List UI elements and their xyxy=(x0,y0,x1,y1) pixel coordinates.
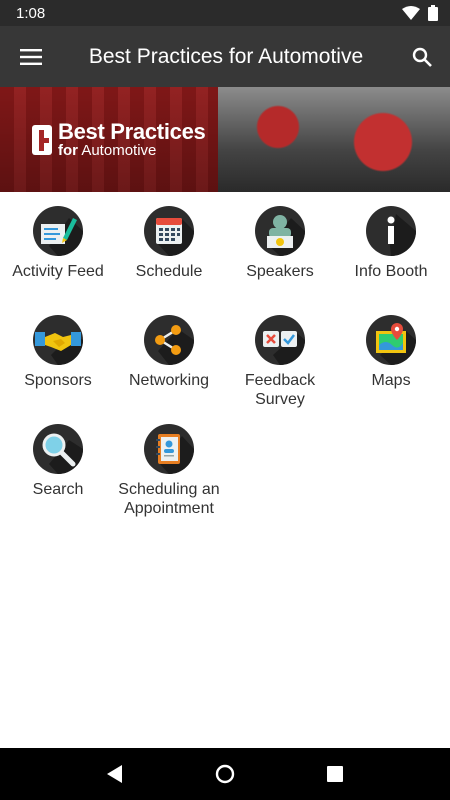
appointment-icon xyxy=(144,424,194,474)
tile-networking[interactable]: Networking xyxy=(113,309,225,414)
tile-label: Schedule xyxy=(135,263,203,280)
tile-schedule[interactable]: Schedule xyxy=(113,200,225,305)
tile-label: Activity Feed xyxy=(12,263,104,280)
tile-info-booth[interactable]: Info Booth xyxy=(335,200,447,305)
banner-image: Best Practices for Automotive xyxy=(0,87,450,192)
schedule-icon xyxy=(144,206,194,256)
recents-square-icon xyxy=(327,766,343,782)
recents-button[interactable] xyxy=(315,754,355,794)
status-time: 1:08 xyxy=(16,4,46,22)
hamburger-menu-icon xyxy=(20,48,42,65)
tile-label: Scheduling an Appointment xyxy=(118,481,220,517)
home-circle-icon xyxy=(215,764,235,784)
tile-label: Speakers xyxy=(246,263,314,280)
tile-feedback-survey[interactable]: Feedback Survey xyxy=(224,309,336,414)
menu-button[interactable] xyxy=(0,26,62,87)
app-title: Best Practices for Automotive xyxy=(88,44,364,68)
tile-label: Info Booth xyxy=(354,263,428,280)
logo-mark-icon xyxy=(32,124,52,155)
tile-label: Feedback Survey xyxy=(244,372,316,408)
status-icons xyxy=(402,5,438,21)
tile-scheduling-appointment[interactable]: Scheduling an Appointment xyxy=(113,418,225,523)
networking-icon xyxy=(144,315,194,365)
tile-label: Networking xyxy=(128,372,210,389)
tile-activity-feed[interactable]: Activity Feed xyxy=(2,200,114,305)
tile-label: Search xyxy=(32,481,84,498)
search-icon xyxy=(412,47,432,67)
home-button[interactable] xyxy=(205,754,245,794)
logo-subtitle: for Automotive xyxy=(58,142,157,159)
speakers-icon xyxy=(255,206,305,256)
sponsors-icon xyxy=(33,315,83,365)
back-triangle-icon xyxy=(107,765,122,783)
banner-logo: Best Practices for Automotive xyxy=(32,119,206,159)
system-nav-bar xyxy=(0,748,450,800)
app-bar: Best Practices for Automotive xyxy=(0,26,450,87)
activity-feed-icon xyxy=(33,206,83,256)
search-button[interactable] xyxy=(394,26,450,87)
tile-search[interactable]: Search xyxy=(2,418,114,523)
status-bar: 1:08 xyxy=(0,0,450,26)
logo-title: Best Practices xyxy=(58,119,206,144)
tile-label: Sponsors xyxy=(24,372,92,389)
info-booth-icon xyxy=(366,206,416,256)
magnifier-icon xyxy=(33,424,83,474)
feedback-survey-icon xyxy=(255,315,305,365)
wifi-icon xyxy=(402,6,420,20)
tile-sponsors[interactable]: Sponsors xyxy=(2,309,114,414)
tile-label: Maps xyxy=(371,372,411,389)
tile-maps[interactable]: Maps xyxy=(335,309,447,414)
tile-speakers[interactable]: Speakers xyxy=(224,200,336,305)
banner-robots-graphic xyxy=(218,87,450,192)
back-button[interactable] xyxy=(95,754,135,794)
maps-icon xyxy=(366,315,416,365)
battery-icon xyxy=(428,5,438,21)
